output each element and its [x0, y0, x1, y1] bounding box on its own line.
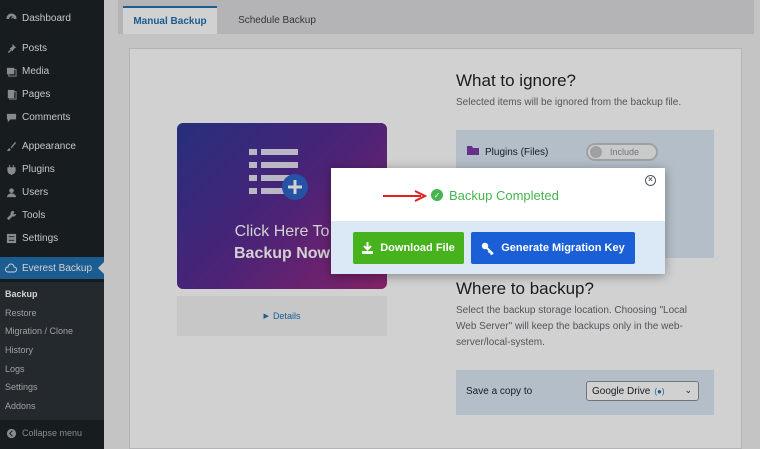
- download-file-button[interactable]: Download File: [353, 232, 464, 264]
- arrow-right-icon: [383, 189, 428, 207]
- key-icon: [481, 242, 494, 255]
- generate-migration-key-button[interactable]: Generate Migration Key: [471, 232, 635, 264]
- download-icon: [362, 242, 374, 254]
- download-label: Download File: [380, 242, 455, 254]
- backup-complete-modal: × ✓ Backup Completed Download File Gener…: [331, 168, 665, 274]
- check-circle-icon: ✓: [431, 189, 443, 201]
- migration-label: Generate Migration Key: [501, 242, 625, 254]
- close-icon[interactable]: ×: [645, 175, 656, 186]
- status-message: ✓ Backup Completed: [431, 187, 559, 203]
- status-text: Backup Completed: [449, 187, 559, 203]
